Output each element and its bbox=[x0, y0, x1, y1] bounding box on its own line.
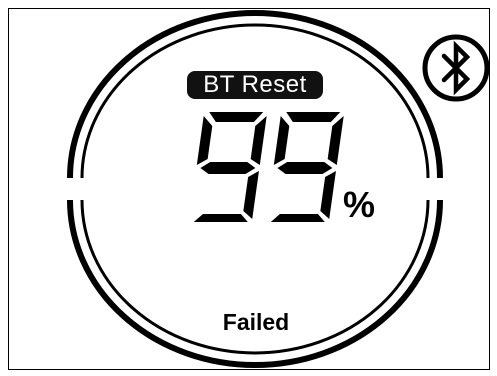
bluetooth-icon bbox=[422, 34, 490, 102]
bluetooth-button[interactable] bbox=[418, 30, 494, 106]
status-text: Failed bbox=[222, 309, 290, 335]
percent-unit: % bbox=[343, 184, 376, 225]
seven-segment-digits bbox=[193, 112, 344, 222]
mode-label: BT Reset bbox=[187, 71, 323, 99]
digit-2 bbox=[270, 112, 344, 222]
digit-1 bbox=[193, 112, 267, 222]
ring-outer-bottom bbox=[67, 199, 443, 368]
